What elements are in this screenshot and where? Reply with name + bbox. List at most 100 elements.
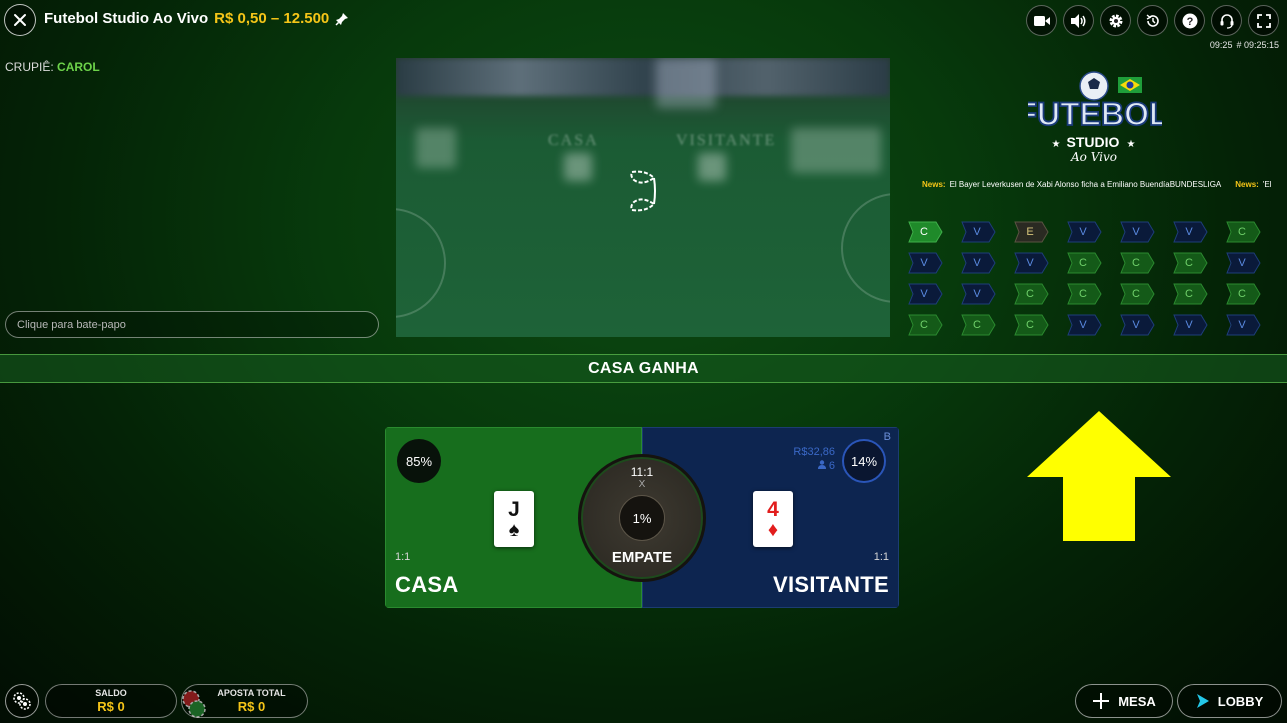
roadmap-cell-value: E bbox=[1026, 226, 1034, 238]
video-field-circle-right bbox=[841, 193, 890, 303]
roadmap-cell-value: C bbox=[1026, 319, 1034, 331]
video-field-circle-left bbox=[396, 208, 446, 318]
empate-bet-spot[interactable]: 11:1 X 1% EMPATE bbox=[578, 454, 706, 582]
chat-input[interactable] bbox=[5, 311, 379, 338]
volume-button[interactable] bbox=[1063, 5, 1094, 36]
title-bar: Futebol Studio Ao Vivo R$ 0,50 – 12.500 bbox=[44, 10, 349, 27]
history-button[interactable] bbox=[1137, 5, 1168, 36]
video-table-casa: CASA bbox=[548, 132, 599, 149]
casa-payout: 1:1 bbox=[395, 551, 411, 563]
roadmap-cell-value: C bbox=[1238, 226, 1246, 238]
live-video[interactable]: CASA VISITANTE bbox=[396, 58, 890, 337]
empate-x-symbol: X bbox=[638, 479, 646, 490]
roadmap-cell: V bbox=[1117, 221, 1155, 243]
close-icon bbox=[14, 14, 26, 26]
settings-icon bbox=[1109, 14, 1122, 27]
roadmap-cell-value: V bbox=[973, 288, 981, 300]
close-button[interactable] bbox=[4, 4, 36, 36]
roadmap-cell-value: V bbox=[1132, 319, 1140, 331]
roadmap-cell: V bbox=[1170, 314, 1208, 336]
fullscreen-button[interactable] bbox=[1248, 5, 1279, 36]
roadmap-cell-value: V bbox=[920, 257, 928, 269]
visitante-players-row: 6 bbox=[793, 459, 835, 473]
help-button[interactable]: ? bbox=[1174, 5, 1205, 36]
casa-label: CASA bbox=[395, 572, 459, 597]
results-roadmap[interactable]: C V E V V V C V V V C C C V V V C C C C C C C C V V V V bbox=[905, 221, 1276, 336]
video-icon bbox=[1033, 15, 1050, 26]
table-button[interactable]: MESA bbox=[1075, 684, 1173, 718]
pin-icon[interactable] bbox=[335, 12, 349, 26]
round-id: # 09:25:15 bbox=[1236, 40, 1279, 50]
betting-board: 85% J ♠ 1:1 CASA B R$32,86 6 14% 4 ♦ 1:1… bbox=[385, 427, 899, 608]
news-item: News: 'El bbox=[1235, 180, 1272, 189]
spade-icon: ♠ bbox=[508, 518, 520, 541]
visitante-percent: 14% bbox=[850, 453, 878, 469]
bet-limits[interactable]: R$ 0,50 – 12.500 bbox=[214, 10, 329, 27]
roadmap-cell: C bbox=[1223, 221, 1261, 243]
roadmap-cell-value: C bbox=[1238, 288, 1246, 300]
svg-text:FUTEBOL: FUTEBOL bbox=[1028, 96, 1162, 132]
visitante-stats: R$32,86 6 bbox=[793, 445, 835, 473]
dealer-label: CRUPIÊ: bbox=[5, 60, 54, 74]
roadmap-cell: V bbox=[958, 221, 996, 243]
roadmap-cell: C bbox=[1117, 283, 1155, 305]
news-item: News: El Bayer Leverkusen de Xabi Alonso … bbox=[922, 180, 1222, 189]
support-button[interactable] bbox=[1211, 5, 1242, 36]
svg-text:★: ★ bbox=[1052, 139, 1061, 150]
roadmap-cell-value: V bbox=[973, 226, 981, 238]
roadmap-cell: V bbox=[1064, 314, 1102, 336]
loading-spinner-icon bbox=[630, 170, 656, 212]
svg-text:★: ★ bbox=[1127, 139, 1136, 150]
roadmap-cell: C bbox=[1223, 283, 1261, 305]
chip-stack-button[interactable] bbox=[5, 684, 39, 718]
fullscreen-icon bbox=[1256, 13, 1271, 28]
settings-button[interactable] bbox=[1100, 5, 1131, 36]
visitante-players: 6 bbox=[828, 460, 835, 472]
up-arrow-icon bbox=[1027, 411, 1171, 541]
video-background-band bbox=[396, 58, 890, 96]
roadmap-cell-value: C bbox=[1185, 288, 1193, 300]
lobby-icon bbox=[1196, 694, 1209, 708]
clock-time: 09:25 bbox=[1209, 40, 1233, 50]
roadmap-cell: C bbox=[1011, 283, 1049, 305]
roadmap-cell: C bbox=[905, 221, 943, 243]
history-icon bbox=[1146, 13, 1159, 27]
svg-text:STUDIO: STUDIO bbox=[1067, 134, 1120, 150]
roadmap-cell: V bbox=[958, 283, 996, 305]
roadmap-cell: V bbox=[1170, 221, 1208, 243]
empate-payout: 11:1 bbox=[630, 465, 654, 479]
roadmap-cell-value: V bbox=[1238, 319, 1246, 331]
total-bet-display: APOSTA TOTAL R$ 0 bbox=[181, 684, 308, 718]
top-toolbar: ? bbox=[1026, 5, 1279, 36]
roadmap-cell-value: V bbox=[1079, 319, 1087, 331]
roadmap-cell: V bbox=[1223, 252, 1261, 274]
roadmap-cell: C bbox=[1170, 252, 1208, 274]
roadmap-cell-value: C bbox=[1026, 288, 1034, 300]
video-button[interactable] bbox=[1026, 5, 1057, 36]
visitante-card-rank: 4 bbox=[767, 497, 779, 521]
visitante-label: VISITANTE bbox=[773, 572, 889, 597]
roadmap-cell-value: C bbox=[920, 226, 928, 238]
futebol-studio-logo: FUTEBOL STUDIO ★ ★ Ao Vivo bbox=[1028, 71, 1162, 164]
support-icon bbox=[1220, 13, 1233, 29]
video-blur-figure bbox=[656, 58, 716, 108]
roadmap-cell-value: V bbox=[1026, 257, 1034, 269]
roadmap-cell-value: C bbox=[920, 319, 928, 331]
casa-card-rank: J bbox=[508, 497, 520, 521]
chips-icon bbox=[13, 692, 31, 710]
roadmap-cell: V bbox=[905, 252, 943, 274]
roadmap-cell: E bbox=[1011, 221, 1049, 243]
visitante-amount: R$32,86 bbox=[793, 446, 835, 458]
roadmap-cell: V bbox=[1117, 314, 1155, 336]
lobby-button[interactable]: LOBBY bbox=[1177, 684, 1282, 718]
roadmap-cell: V bbox=[1223, 314, 1261, 336]
news-ticker: News: El Bayer Leverkusen de Xabi Alonso … bbox=[922, 180, 1287, 189]
empate-percent: 1% bbox=[632, 510, 652, 526]
result-text: CASA GANHA bbox=[588, 359, 699, 377]
video-card-right bbox=[698, 153, 726, 181]
roadmap-cell: C bbox=[958, 314, 996, 336]
balance-display: SALDO R$ 0 bbox=[45, 684, 177, 718]
player-icon bbox=[817, 460, 826, 469]
dealer-info: CRUPIÊ: CAROL bbox=[5, 60, 100, 74]
casa-card: J ♠ bbox=[494, 491, 534, 547]
